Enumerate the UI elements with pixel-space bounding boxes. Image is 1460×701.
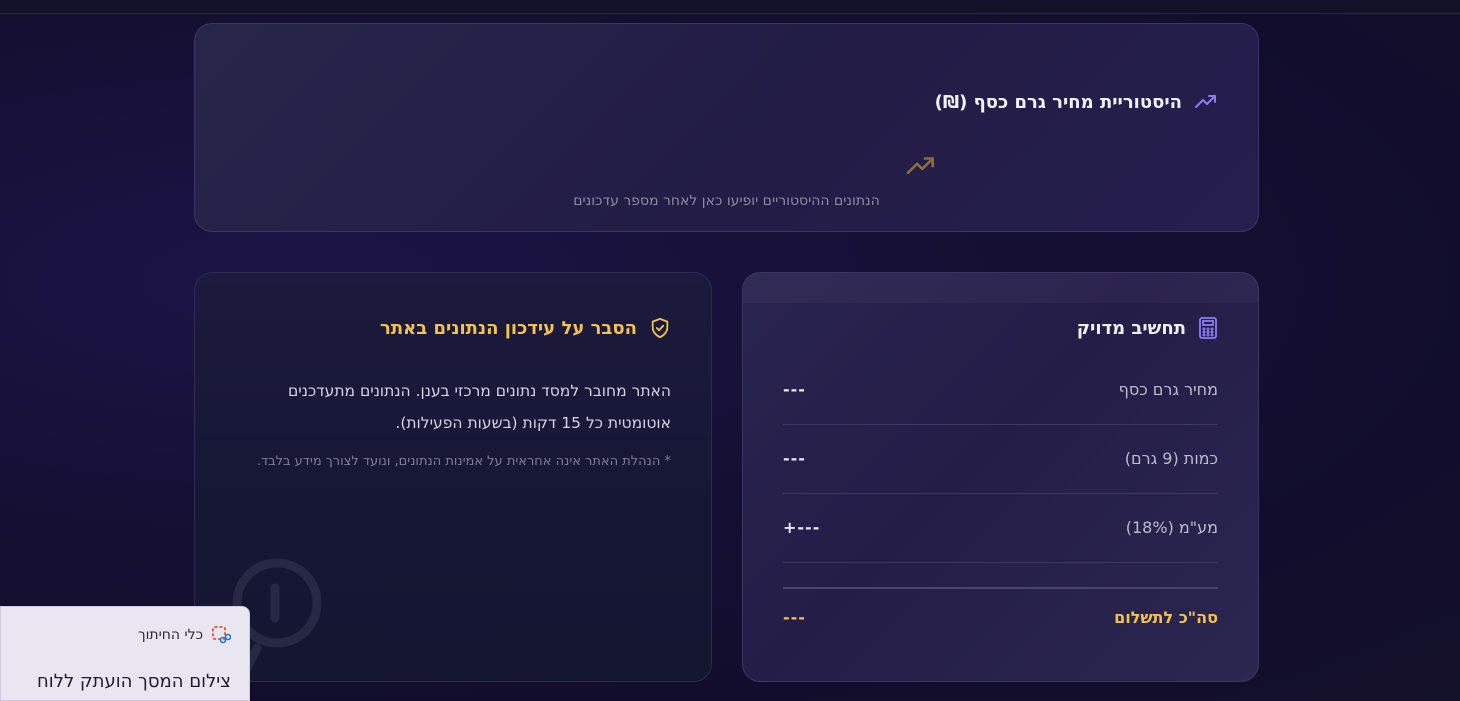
snip-app-name: כלי החיתוך: [138, 627, 203, 643]
trending-up-icon: [1195, 95, 1216, 108]
calc-row-value: ---: [783, 449, 806, 468]
calc-row-value: +---: [783, 518, 821, 537]
calc-total-row: סה"כ לתשלום ---: [783, 608, 1218, 627]
total-divider: [783, 587, 1218, 589]
shield-check-icon: [651, 317, 669, 339]
total-label: סה"כ לתשלום: [1114, 608, 1218, 627]
price-history-card: היסטוריית מחיר גרם כסף (₪) הנתונים ההיסט…: [194, 23, 1259, 232]
calc-row-price: מחיר גרם כסף ---: [783, 355, 1218, 425]
trending-up-empty-icon: [906, 157, 934, 175]
info-title: הסבר על עידכון הנתונים באתר: [380, 317, 671, 339]
info-disclaimer: * הנהלת האתר אינה אחראית על אמינות הנתונ…: [256, 454, 671, 469]
snipping-tool-icon: [212, 626, 231, 644]
calculator-title: תחשיב מדויק: [1077, 317, 1218, 339]
calculator-card: תחשיב מדויק מחיר גרם כסף --- כמות (9 גרם…: [742, 272, 1259, 682]
data-update-info-card: הסבר על עידכון הנתונים באתר האתר מחובר ל…: [194, 272, 712, 682]
calculator-icon: [1199, 317, 1217, 339]
calculator-header-strip: [743, 273, 1258, 303]
calc-row-label: כמות (9 גרם): [1124, 449, 1218, 468]
history-empty-text: הנתונים ההיסטוריים יופיעו כאן לאחר מספר …: [573, 193, 880, 209]
snip-header: כלי החיתוך: [138, 625, 231, 645]
calc-row-label: מחיר גרם כסף: [1118, 380, 1218, 399]
calc-row-label: מע"מ (18%): [1125, 518, 1218, 537]
calc-row-vat: מע"מ (18%) +---: [783, 493, 1218, 563]
snipping-tool-notification[interactable]: כלי החיתוך צילום המסך הועתק ללוח: [0, 606, 250, 701]
history-title: היסטוריית מחיר גרם כסף (₪): [935, 90, 1218, 114]
top-bar: [0, 0, 1460, 14]
total-value: ---: [783, 608, 806, 627]
snip-message: צילום המסך הועתק ללוח: [37, 671, 231, 692]
calc-row-quantity: כמות (9 גרם) ---: [783, 424, 1218, 494]
info-body-text: האתר מחובר למסד נתונים מרכזי בענן. הנתונ…: [288, 382, 671, 432]
calc-row-value: ---: [783, 380, 806, 399]
